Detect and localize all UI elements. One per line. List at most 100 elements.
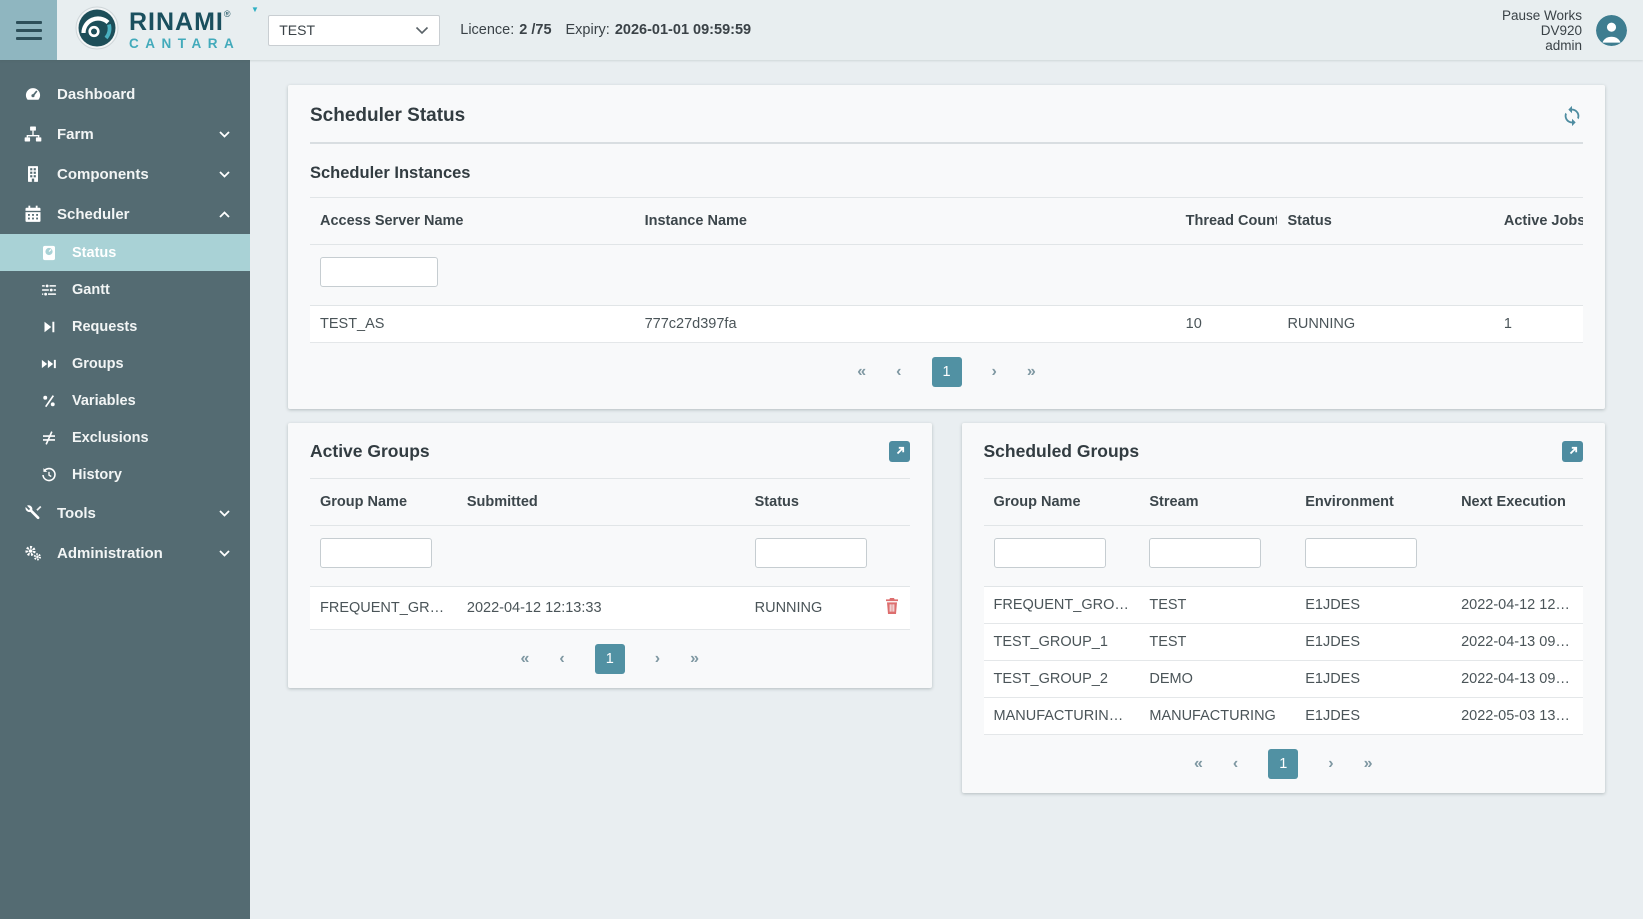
environment-select[interactable]: TEST [268, 15, 440, 46]
exclusions-icon [40, 429, 58, 447]
user-info: Pause Works DV920 admin [1502, 8, 1582, 53]
table-row[interactable]: FREQUENT_GROUP 2022-04-12 12:13:33 RUNNI… [310, 587, 910, 630]
cell-thread-count: 10 [1176, 306, 1278, 343]
sidebar-item-tools[interactable]: Tools [0, 493, 250, 533]
components-icon [23, 164, 43, 184]
sidebar-item-label: Scheduler [57, 206, 130, 223]
table-row[interactable]: MANUFACTURING_DAY MANUFACTURING E1JDES 2… [984, 698, 1584, 735]
chevron-down-icon [219, 550, 230, 557]
group-name-filter-input[interactable] [994, 538, 1106, 568]
cell-environment: E1JDES [1295, 661, 1451, 698]
page-1-button[interactable]: 1 [932, 357, 962, 387]
last-page-button[interactable]: » [1364, 755, 1373, 773]
access-server-name-filter-input[interactable] [320, 257, 438, 287]
cell-next-execution: 2022-04-13 09:30:00 [1451, 624, 1583, 661]
table-row[interactable]: TEST_GROUP_1 TEST E1JDES 2022-04-13 09:3… [984, 624, 1584, 661]
groups-icon [40, 355, 58, 373]
previous-page-button[interactable]: ‹ [559, 650, 564, 668]
status-gauge-icon [40, 244, 58, 262]
sidebar-item-label: Status [72, 245, 116, 261]
expand-icon[interactable] [889, 441, 910, 462]
sidebar-item-label: Components [57, 166, 149, 183]
previous-page-button[interactable]: ‹ [896, 363, 901, 381]
cell-environment: E1JDES [1295, 698, 1451, 735]
sidebar: Dashboard Farm Component [0, 60, 250, 919]
hamburger-menu-icon[interactable] [0, 0, 57, 60]
last-page-button[interactable]: » [690, 650, 699, 668]
sidebar-item-label: Gantt [72, 282, 110, 298]
pagination: « ‹ 1 › » [310, 630, 910, 686]
sidebar-item-dashboard[interactable]: Dashboard [0, 74, 250, 114]
environment-filter-input[interactable] [1305, 538, 1417, 568]
sidebar-item-requests[interactable]: Requests [0, 308, 250, 345]
user-avatar-icon[interactable] [1596, 15, 1627, 46]
column-header: Group Name [310, 479, 457, 526]
cell-group-name: FREQUENT_GROUP [310, 587, 457, 630]
sidebar-item-variables[interactable]: Variables [0, 382, 250, 419]
cell-environment: E1JDES [1295, 624, 1451, 661]
next-page-button[interactable]: › [1328, 755, 1333, 773]
previous-page-button[interactable]: ‹ [1233, 755, 1238, 773]
cell-stream: DEMO [1139, 661, 1295, 698]
cell-environment: E1JDES [1295, 587, 1451, 624]
administration-icon [23, 543, 43, 563]
licence-label: Licence: [460, 22, 514, 38]
expiry-value: 2026-01-01 09:59:59 [615, 22, 751, 38]
page-1-button[interactable]: 1 [595, 644, 625, 674]
sidebar-item-farm[interactable]: Farm [0, 114, 250, 154]
column-header: Submitted [457, 479, 745, 526]
user-info-line2: DV920 [1502, 23, 1582, 38]
gantt-sliders-icon [40, 281, 58, 299]
brand-text: RINAMI® ▼ CANTARA [129, 10, 240, 51]
sidebar-item-gantt[interactable]: Gantt [0, 271, 250, 308]
group-name-filter-input[interactable] [320, 538, 432, 568]
cell-group-name: TEST_GROUP_1 [984, 624, 1140, 661]
next-page-button[interactable]: › [655, 650, 660, 668]
cell-status: RUNNING [1277, 306, 1493, 343]
last-page-button[interactable]: » [1027, 363, 1036, 381]
sidebar-item-label: Requests [72, 319, 137, 335]
next-page-button[interactable]: › [992, 363, 997, 381]
delete-trash-icon[interactable] [884, 597, 900, 615]
history-icon [40, 466, 58, 484]
first-page-button[interactable]: « [857, 363, 866, 381]
cell-instance-name: 777c27d397fa [635, 306, 1176, 343]
sidebar-item-components[interactable]: Components [0, 154, 250, 194]
table-row[interactable]: TEST_AS 777c27d397fa 10 RUNNING 1 [310, 306, 1583, 343]
status-filter-input[interactable] [755, 538, 867, 568]
column-header: Stream [1139, 479, 1295, 526]
cell-next-execution: 2022-04-13 09:31:00 [1451, 661, 1583, 698]
cell-group-name: FREQUENT_GROUP [984, 587, 1140, 624]
sidebar-item-administration[interactable]: Administration [0, 533, 250, 573]
user-info-line3: admin [1502, 38, 1582, 53]
column-header: Thread Count [1176, 198, 1278, 245]
scheduled-groups-card: Scheduled Groups Group Name Stream [962, 423, 1606, 793]
sidebar-item-label: History [72, 467, 122, 483]
expand-icon[interactable] [1562, 441, 1583, 462]
sidebar-item-label: Groups [72, 356, 124, 372]
cell-stream: MANUFACTURING [1139, 698, 1295, 735]
table-row[interactable]: TEST_GROUP_2 DEMO E1JDES 2022-04-13 09:3… [984, 661, 1584, 698]
column-header: Environment [1295, 479, 1451, 526]
scheduler-instances-table: Access Server Name Instance Name Thread … [310, 197, 1583, 343]
sidebar-item-exclusions[interactable]: Exclusions [0, 419, 250, 456]
licence-value: 2 /75 [519, 22, 551, 38]
farm-icon [23, 124, 43, 144]
brand-logo-icon [75, 6, 119, 55]
chevron-down-icon [219, 171, 230, 178]
page-1-button[interactable]: 1 [1268, 749, 1298, 779]
sidebar-item-history[interactable]: History [0, 456, 250, 493]
refresh-icon[interactable] [1561, 105, 1583, 127]
first-page-button[interactable]: « [521, 650, 530, 668]
sidebar-item-groups[interactable]: Groups [0, 345, 250, 382]
column-header: Instance Name [635, 198, 1176, 245]
column-header: Status [1277, 198, 1493, 245]
first-page-button[interactable]: « [1194, 755, 1203, 773]
cell-next-execution: 2022-05-03 13:00:00 [1451, 698, 1583, 735]
sidebar-item-label: Exclusions [72, 430, 149, 446]
sidebar-item-status[interactable]: Status [0, 234, 250, 271]
table-row[interactable]: FREQUENT_GROUP TEST E1JDES 2022-04-12 12… [984, 587, 1584, 624]
sidebar-item-label: Administration [57, 545, 163, 562]
sidebar-item-scheduler[interactable]: Scheduler [0, 194, 250, 234]
stream-filter-input[interactable] [1149, 538, 1261, 568]
